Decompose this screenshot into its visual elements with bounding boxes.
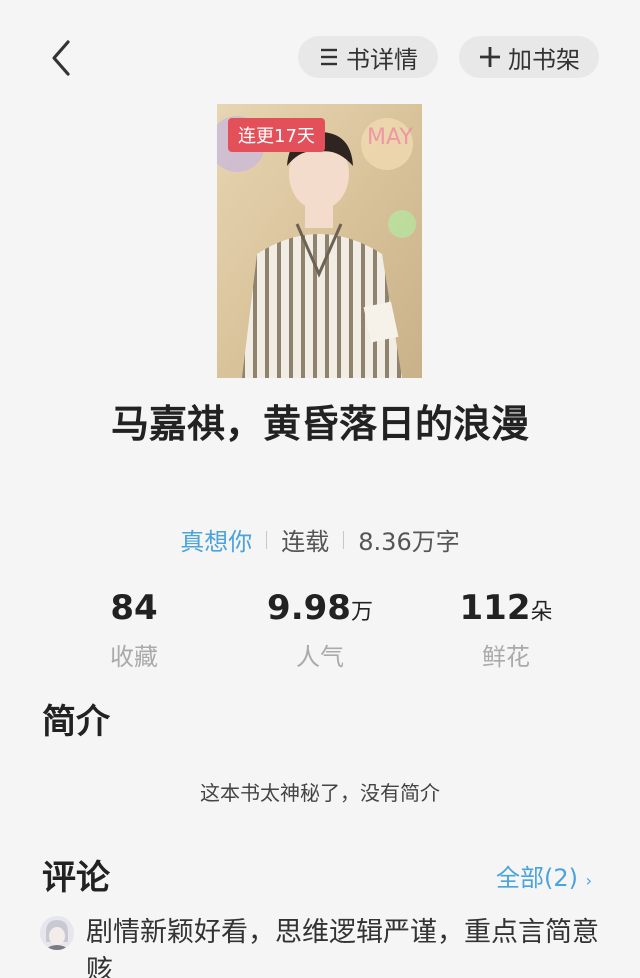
book-stats: 84 收藏 9.98万 人气 112朵 鲜花 (0, 586, 640, 676)
meta-divider (343, 530, 345, 549)
plus-icon (478, 45, 502, 69)
stat-favorites: 84 收藏 (44, 586, 224, 672)
meta-divider (266, 530, 268, 549)
book-detail-label: 书详情 (346, 45, 418, 74)
update-streak-badge: 连更17天 (228, 118, 325, 152)
book-title: 马嘉祺，黄昏落日的浪漫 (110, 402, 529, 446)
add-to-shelf-button[interactable]: 加书架 (459, 36, 599, 78)
stat-value: 84 (110, 588, 158, 628)
svg-text:MAY: MAY (367, 125, 413, 150)
stat-label: 收藏 (110, 643, 158, 671)
all-comments-link[interactable]: 全部(2) › (496, 858, 592, 893)
chevron-right-icon: › (585, 871, 593, 890)
intro-text: 这本书太神秘了，没有简介 (200, 781, 440, 805)
comments-heading: 评论 (42, 858, 110, 898)
back-arrow-icon (52, 40, 70, 76)
book-cover[interactable]: MAY 连更17天 (217, 104, 422, 378)
all-comments-label: 全部(2) (496, 864, 578, 892)
book-detail-button[interactable]: 书详情 (298, 36, 438, 78)
word-count: 8.36万字 (358, 528, 460, 556)
stat-label: 鲜花 (482, 643, 530, 671)
back-button[interactable] (40, 36, 84, 80)
stat-label: 人气 (296, 643, 344, 671)
stat-value: 112 (459, 588, 531, 628)
avatar[interactable] (40, 916, 74, 950)
list-icon (318, 46, 340, 68)
comment-text: 剧情新颖好看，思维逻辑严谨，重点言简意赅 (86, 917, 599, 978)
serial-status: 连载 (281, 528, 330, 556)
stat-popularity: 9.98万 人气 (230, 586, 410, 672)
stat-flowers: 112朵 鲜花 (416, 586, 596, 672)
intro-heading: 简介 (42, 702, 110, 742)
add-to-shelf-label: 加书架 (508, 45, 580, 74)
stat-value: 9.98 (267, 588, 351, 628)
top-bar: 书详情 加书架 (0, 0, 640, 110)
book-meta: 真想你 连载 8.36万字 (0, 522, 640, 557)
stat-unit: 万 (350, 600, 373, 625)
comment-item[interactable]: 剧情新颖好看，思维逻辑严谨，重点言简意赅 (40, 914, 620, 978)
stat-unit: 朵 (530, 600, 553, 625)
author-link[interactable]: 真想你 (180, 522, 252, 557)
